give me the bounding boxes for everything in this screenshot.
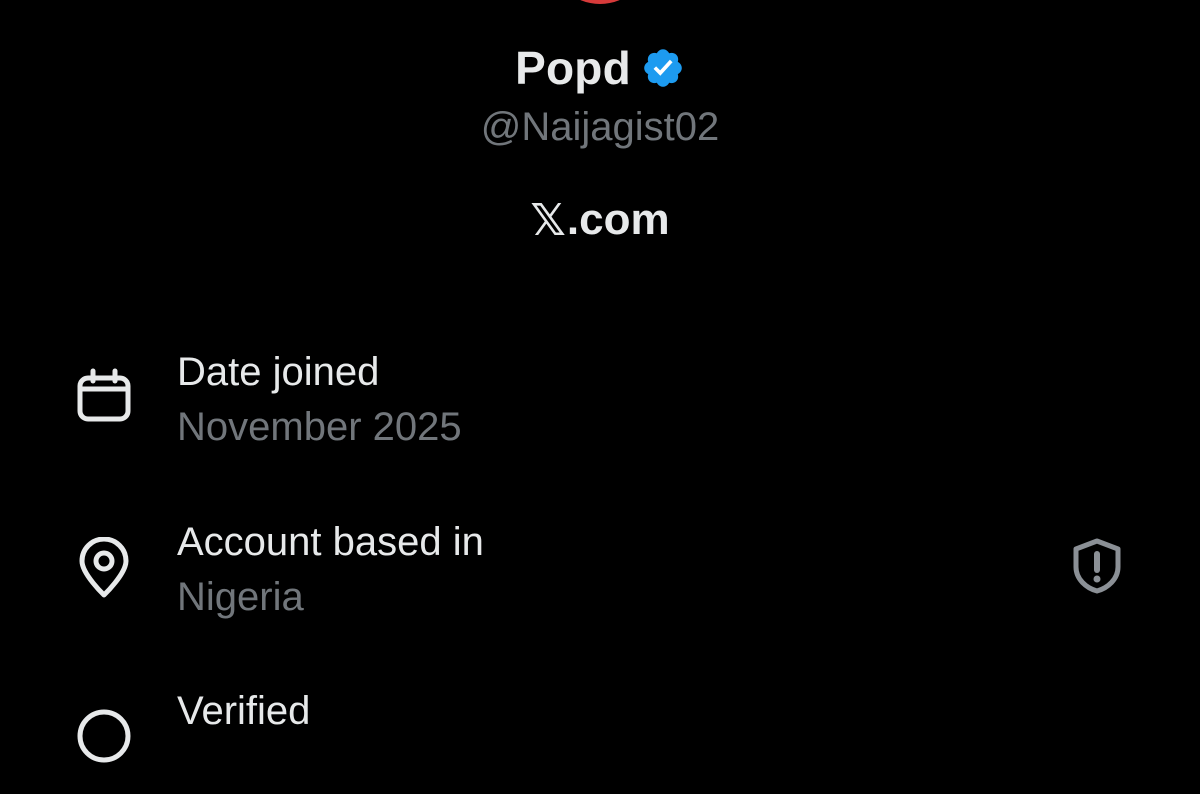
- calendar-icon: [74, 367, 134, 427]
- verified-badge-icon[interactable]: [641, 46, 685, 90]
- row-text: Account based in Nigeria: [177, 515, 484, 625]
- avatar[interactable]: [550, 0, 650, 4]
- info-row-account-location: Account based in Nigeria: [0, 515, 1200, 625]
- x-logo-icon: 𝕏: [530, 195, 566, 245]
- verified-badge-icon: [74, 706, 134, 766]
- site-suffix: .com: [566, 195, 670, 244]
- row-text: Date joined November 2025: [177, 345, 462, 455]
- profile-handle: @Naijagist02: [480, 105, 720, 149]
- profile-header: Popd @Naijagist02 𝕏 .com: [0, 38, 1200, 248]
- site-label: 𝕏 .com: [530, 192, 669, 248]
- row-value: November 2025: [177, 405, 462, 449]
- name-row: Popd: [515, 38, 685, 98]
- shield-alert-icon[interactable]: [1066, 535, 1128, 597]
- location-pin-icon: [74, 536, 134, 598]
- row-title: Date joined: [177, 350, 380, 394]
- info-row-date-joined: Date joined November 2025: [0, 345, 1200, 455]
- info-row-verified: Verified: [0, 684, 1200, 794]
- row-title: Account based in: [177, 520, 484, 564]
- row-value: Nigeria: [177, 575, 304, 619]
- row-title: Verified: [177, 689, 311, 733]
- display-name: Popd: [515, 42, 631, 94]
- row-text: Verified: [177, 684, 310, 738]
